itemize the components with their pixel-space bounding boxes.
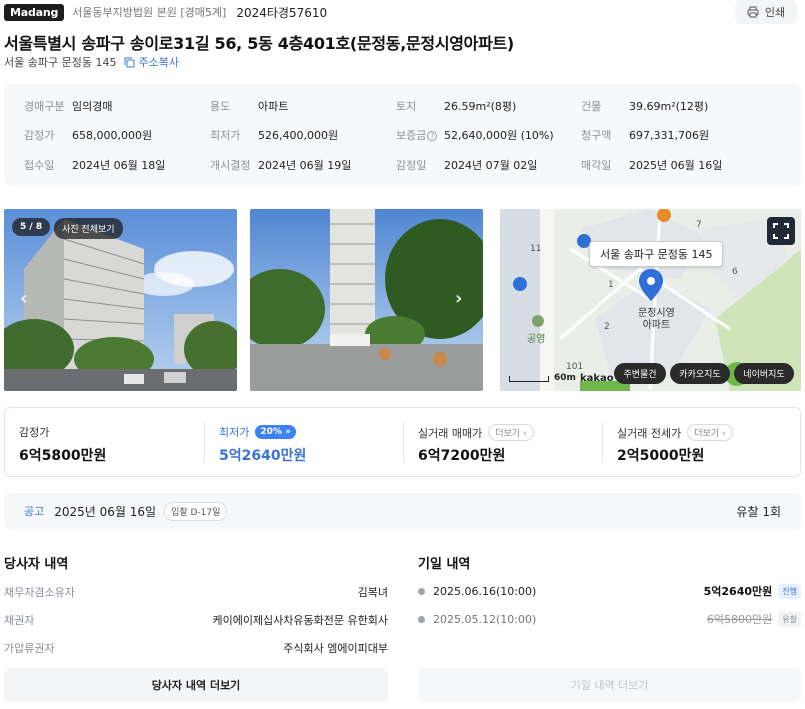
notice-label: 공고 [24, 505, 45, 518]
discount-badge: 20% » [255, 425, 296, 439]
status-badge: 유찰 [778, 611, 801, 627]
info-minimum: 최저가 526,400,000원 [210, 129, 339, 142]
party-row: 가압류권자 주식회사 엠에이피대부 [4, 642, 388, 655]
map-pin-label: 서울 송파구 문정동 145 [589, 241, 724, 267]
trade-more-button[interactable]: 더보기 › [488, 424, 534, 441]
info-appraisal: 감정가 658,000,000원 [24, 129, 153, 142]
property-photo-1[interactable] [4, 209, 237, 391]
info-usage: 용도 아파트 [210, 100, 289, 113]
price-divider [602, 422, 603, 462]
map-block-2: 2 [604, 322, 610, 332]
photo-counter: 5 / 8 [12, 218, 51, 236]
chevron-down-icon: » [285, 427, 291, 437]
map-park-label: 공영 [527, 334, 546, 345]
copy-icon [124, 57, 135, 67]
notice-bar: 공고 2025년 06월 16일 입찰 D-17일 유찰 1회 [4, 493, 801, 529]
brand-logo: Madang [4, 3, 65, 21]
chevron-right-icon: › [721, 429, 726, 439]
map-scale-bar [509, 376, 549, 382]
info-auction-type: 경매구분 임의경매 [24, 100, 113, 113]
photo-prev-icon[interactable]: ‹ [20, 288, 27, 309]
header-bar: Madang 서울동부지방법원 본원 [경매5계] 2024타경57610 [4, 3, 327, 21]
expand-map-button[interactable] [767, 217, 795, 245]
copy-address-label: 주소복사 [138, 56, 179, 69]
dday-badge: 입찰 D-17일 [164, 501, 228, 521]
fail-count: 유찰 1회 [736, 504, 781, 519]
price-summary-panel: 감정가 6억5800만원 최저가 20% » 5억2640만원 실거래 매매가 … [4, 407, 801, 477]
timeline-dot [418, 615, 425, 623]
history-title: 기일 내역 [418, 557, 471, 572]
map-block-11: 11 [530, 244, 541, 254]
info-sale-date: 매각일 2025년 06월 16일 [581, 159, 723, 172]
price-divider [403, 422, 404, 462]
nearby-items-button[interactable]: 주변물건 [614, 363, 666, 384]
parties-title: 당사자 내역 [4, 557, 69, 572]
map-block-7: 7 [696, 220, 702, 230]
history-row: 2025.06.16(10:00) 5억2640만원 진행 [418, 583, 801, 599]
parties-more-button[interactable]: 당사자 내역 더보기 [4, 668, 388, 702]
map-block-101: 101 [566, 362, 583, 372]
info-received: 접수일 2024년 06월 18일 [24, 159, 166, 172]
printer-icon [747, 6, 759, 18]
property-photo-2[interactable] [250, 209, 483, 391]
chevron-right-icon: › [522, 429, 527, 439]
fullscreen-icon [773, 223, 789, 239]
party-row: 채무자겸소유자 김복녀 [4, 586, 388, 599]
info-deposit: 보증금? 52,640,000원 (10%) [396, 129, 554, 142]
page-title: 서울특별시 송파구 송이로31길 56, 5동 4층401호(문정동,문정시영아… [4, 34, 514, 53]
address-line: 서울 송파구 문정동 145 주소복사 [4, 54, 179, 70]
info-land: 토지 26.59m²(8평) [396, 100, 517, 113]
map-building-label: 문정시영 아파트 [638, 308, 675, 331]
price-divider [204, 422, 205, 462]
copy-address-button[interactable]: 주소복사 [124, 54, 179, 70]
status-badge: 진행 [778, 583, 801, 599]
help-icon[interactable]: ? [427, 131, 438, 141]
short-address: 서울 송파구 문정동 145 [4, 56, 117, 69]
court-name: 서울동부지방법원 본원 [경매5계] [72, 6, 227, 19]
map-provider-logo: kakao [580, 373, 614, 384]
timeline-dot [418, 587, 425, 595]
info-started: 개시결정 2024년 06월 19일 [210, 159, 352, 172]
notice-date: 2025년 06월 16일 [54, 504, 157, 519]
case-number: 2024타경57610 [236, 5, 328, 20]
map-scale-label: 60m [554, 373, 576, 383]
print-button[interactable]: 인쇄 [735, 0, 797, 24]
kakao-map-button[interactable]: 카카오지도 [670, 363, 730, 384]
jeonse-more-button[interactable]: 더보기 › [687, 424, 733, 441]
info-appraisal-date: 감정일 2024년 07월 02일 [396, 159, 538, 172]
map-block-1: 1 [608, 280, 614, 290]
info-claim: 청구액 697,331,706원 [581, 129, 710, 142]
photo-next-icon[interactable]: › [455, 288, 462, 309]
map-block-6: 6 [732, 267, 738, 277]
print-label: 인쇄 [764, 6, 786, 19]
naver-map-button[interactable]: 네이버지도 [734, 363, 794, 384]
party-row: 채권자 케이에이제십사차유동화전문 유한회사 [4, 614, 388, 627]
view-all-photos-button[interactable]: 사진 전체보기 [54, 218, 123, 239]
info-building: 건물 39.69m²(12평) [581, 100, 709, 113]
history-row: 2025.05.12(10:00) 6억5800만원 유찰 [418, 611, 801, 627]
history-more-button[interactable]: 기일 내역 더보기 [418, 668, 801, 702]
